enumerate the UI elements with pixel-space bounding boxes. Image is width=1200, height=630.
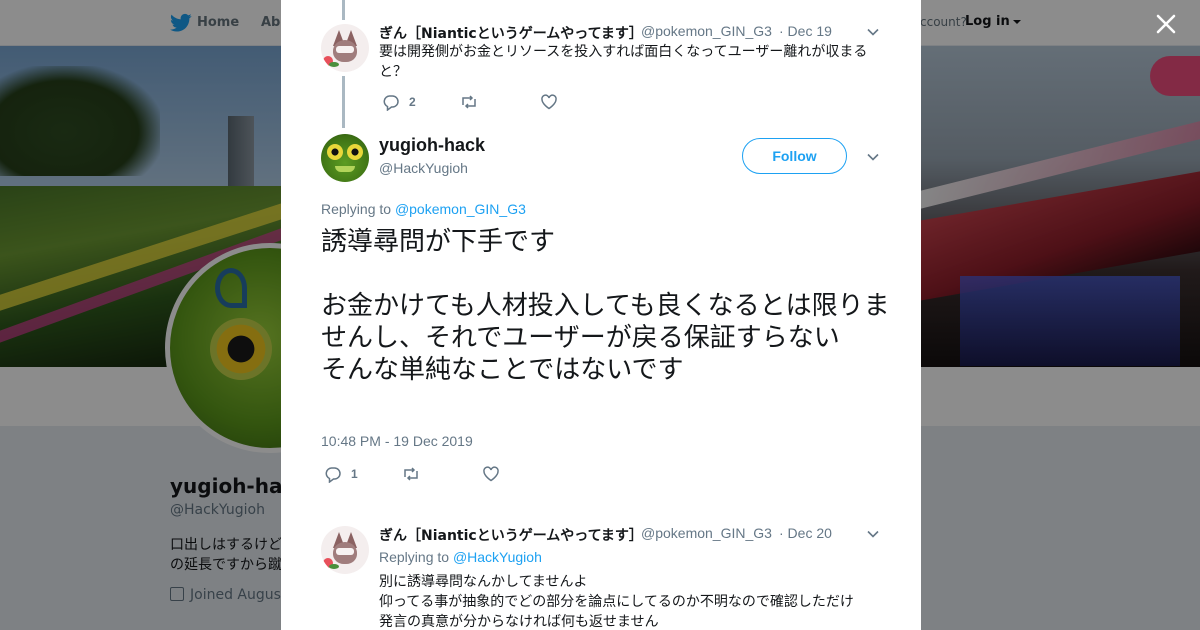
tweet-text-line: 仰ってる事が抽象的でどの部分を論点にしてるのか不明なので確認しただけ <box>379 594 854 610</box>
retweet-icon <box>462 95 476 109</box>
chevron-down-icon[interactable] <box>867 151 879 163</box>
tweet-author-name[interactable]: ぎん［Nianticというゲームやってます］ <box>379 525 643 545</box>
thread-connector <box>342 76 345 128</box>
tweet-author-handle[interactable]: @pokemon_GIN_G3 <box>641 525 772 541</box>
thread-connector <box>342 0 345 20</box>
replying-to: Replying to @pokemon_GIN_G3 <box>321 201 526 217</box>
main-tweet-author-handle[interactable]: @HackYugioh <box>379 160 468 176</box>
reply-button[interactable]: 2 <box>382 93 416 111</box>
tweet-date[interactable]: · Dec 20 <box>779 525 832 541</box>
reply-count: 2 <box>409 95 416 109</box>
like-icon <box>483 466 499 482</box>
retweet-button[interactable] <box>402 465 429 483</box>
chevron-down-icon[interactable] <box>867 26 879 38</box>
replying-to-link[interactable]: @pokemon_GIN_G3 <box>395 201 526 217</box>
tweet-date[interactable]: · Dec 19 <box>779 23 832 39</box>
reply-count: 1 <box>351 467 358 481</box>
like-button[interactable] <box>482 465 509 483</box>
replying-prefix: Replying to <box>379 549 450 565</box>
tweet-text-line: 発言の真意が分からなければ何も返せません <box>379 614 659 630</box>
chevron-down-icon[interactable] <box>867 528 879 540</box>
avatar[interactable] <box>321 134 369 182</box>
main-tweet-timestamp[interactable]: 10:48 PM - 19 Dec 2019 <box>321 433 473 449</box>
retweet-button[interactable] <box>460 93 487 111</box>
replying-prefix: Replying to <box>321 201 392 217</box>
replying-to-link[interactable]: @HackYugioh <box>453 549 542 565</box>
replying-to: Replying to @HackYugioh <box>379 549 542 565</box>
close-icon[interactable] <box>1152 10 1180 38</box>
reply-button[interactable]: 1 <box>324 465 358 483</box>
retweet-icon <box>404 467 418 481</box>
like-icon <box>541 94 557 110</box>
avatar[interactable] <box>321 24 369 72</box>
tweet-author-name[interactable]: ぎん［Nianticというゲームやってます］ <box>379 23 643 43</box>
reply-icon <box>383 95 399 111</box>
reply-icon <box>325 467 341 483</box>
like-button[interactable] <box>540 93 567 111</box>
tweet-author-handle[interactable]: @pokemon_GIN_G3 <box>641 23 772 39</box>
tweet-text: 要は開発側がお金とリソースを投入すれば面白くなってユーザー離れが収まると？ <box>379 44 868 80</box>
main-tweet-author-name[interactable]: yugioh-hack <box>379 135 485 156</box>
avatar[interactable] <box>321 526 369 574</box>
follow-button[interactable]: Follow <box>742 138 847 174</box>
tweet-text-line: 別に誘導尋問なんかしてませんよ <box>379 574 588 590</box>
main-tweet-text: 誘導尋問が下手です お金かけても人材投入しても良くなるとは限りませんし、それでユ… <box>321 227 890 385</box>
